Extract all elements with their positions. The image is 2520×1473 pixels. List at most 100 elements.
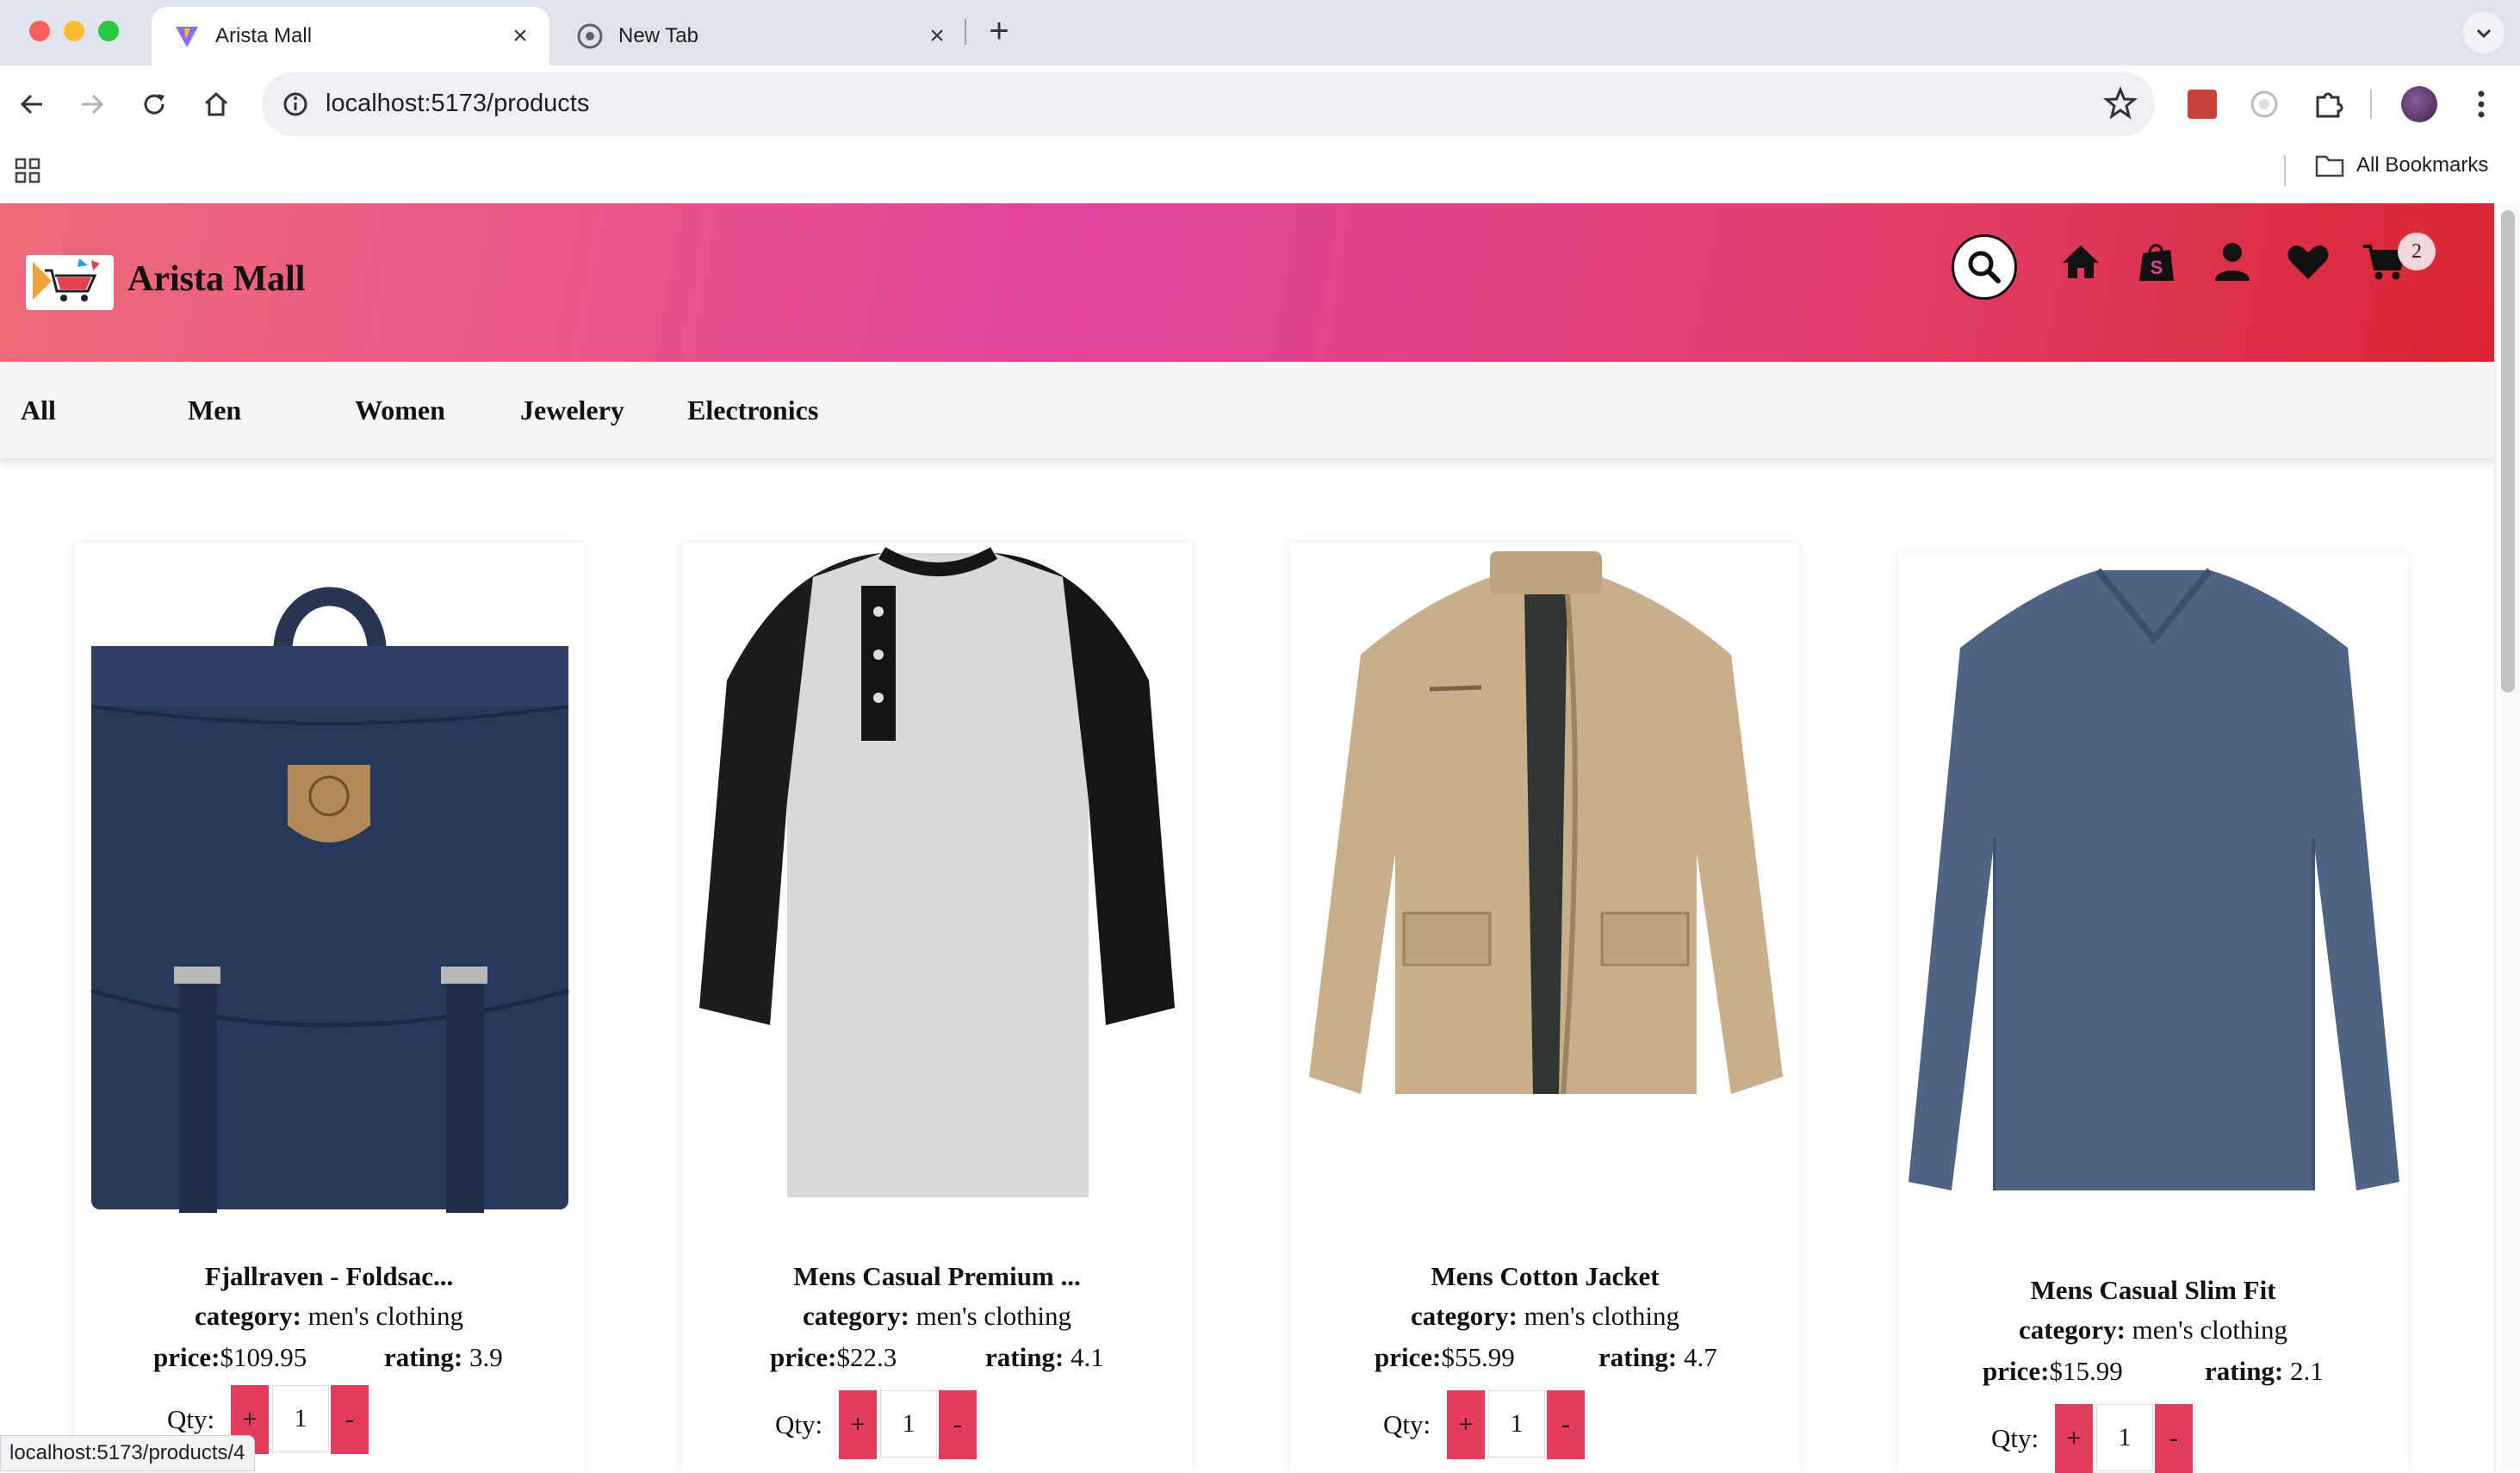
product-card[interactable]: Fjallraven - Foldsac... category: men's … [74, 543, 584, 1472]
extensions-menu-button[interactable] [2308, 84, 2348, 124]
price-value: $55.99 [1441, 1342, 1515, 1372]
shop-icon: S [2139, 244, 2174, 281]
extension-button[interactable] [2244, 84, 2284, 124]
henley-shirt-image [699, 547, 1175, 1197]
toolbar-separator [2370, 90, 2372, 119]
home-nav-button[interactable] [2057, 238, 2105, 286]
qty-decrease-button[interactable]: - [939, 1390, 977, 1459]
product-name[interactable]: Fjallraven - Foldsac... [74, 1261, 584, 1292]
category-label: category: [2018, 1315, 2126, 1345]
arrow-left-icon [20, 94, 42, 115]
all-bookmarks-label: All Bookmarks [2356, 153, 2489, 177]
reload-icon [144, 94, 164, 115]
product-category: category: men's clothing [1290, 1301, 1800, 1332]
product-image[interactable] [1300, 543, 1791, 1213]
rating-label: rating: [384, 1342, 463, 1372]
account-button[interactable] [2208, 238, 2256, 286]
site-header: Arista Mall S [0, 203, 2494, 362]
forward-button[interactable] [71, 83, 114, 126]
home-button[interactable] [195, 83, 238, 126]
shop-nav-button[interactable]: S [2132, 238, 2181, 286]
extension-button[interactable] [2182, 84, 2222, 124]
jacket-image [1309, 551, 1783, 1095]
product-image[interactable] [1909, 553, 2399, 1225]
category-label: category: [194, 1301, 301, 1331]
tab-close-icon[interactable]: × [505, 21, 536, 52]
window-zoom-button[interactable] [98, 21, 119, 41]
cart-count-badge: 2 [2398, 233, 2436, 270]
category-women[interactable]: Women [355, 395, 445, 426]
price-label: price: [1983, 1356, 2050, 1386]
search-button[interactable] [1952, 234, 2017, 300]
wishlist-button[interactable] [2284, 238, 2332, 286]
price-label: price: [770, 1342, 837, 1372]
heart-icon [2287, 246, 2329, 279]
product-category: category: men's clothing [682, 1301, 1192, 1332]
folder-icon [2315, 155, 2344, 177]
rating-value: 2.1 [2290, 1356, 2324, 1386]
window-minimize-button[interactable] [64, 21, 84, 41]
back-button[interactable] [10, 83, 53, 126]
rating-label: rating: [2205, 1356, 2284, 1386]
vite-favicon-icon [174, 23, 200, 49]
status-bar-url: localhost:5173/products/4 [0, 1435, 255, 1471]
product-category: category: men's clothing [74, 1301, 584, 1332]
qty-increase-button[interactable]: + [839, 1390, 877, 1459]
category-nav: All Men Women Jewelery Electronics [0, 362, 2494, 458]
rating-label: rating: [985, 1342, 1064, 1372]
product-image[interactable] [84, 543, 575, 1215]
product-card[interactable]: Mens Casual Slim Fit category: men's clo… [1898, 553, 2408, 1473]
product-card[interactable]: Mens Cotton Jacket category: men's cloth… [1290, 543, 1800, 1472]
product-image[interactable] [692, 543, 1183, 1213]
category-jewelery[interactable]: Jewelery [520, 395, 624, 426]
product-card[interactable]: Mens Casual Premium ... category: men's … [682, 543, 1192, 1472]
profile-button[interactable] [2399, 84, 2439, 124]
qty-input[interactable]: 1 [880, 1390, 937, 1457]
category-all[interactable]: All [21, 395, 56, 426]
rating-value: 3.9 [469, 1342, 503, 1372]
rating-value: 4.7 [1684, 1342, 1717, 1372]
qty-increase-button[interactable]: + [2055, 1404, 2093, 1473]
address-bar[interactable]: localhost:5173/products [262, 72, 2155, 136]
qty-decrease-button[interactable]: - [1547, 1390, 1585, 1459]
site-info-icon[interactable] [279, 88, 312, 121]
product-name[interactable]: Mens Cotton Jacket [1290, 1261, 1800, 1292]
qty-label: Qty: [1991, 1423, 2039, 1453]
qty-label: Qty: [1383, 1409, 1431, 1439]
product-name[interactable]: Mens Casual Slim Fit [1898, 1275, 2408, 1306]
backpack-image [90, 587, 569, 1215]
price-label: price: [1375, 1342, 1442, 1372]
extension-circle-icon [2250, 90, 2278, 118]
tab-search-button[interactable] [2463, 12, 2504, 53]
url-text[interactable]: localhost:5173/products [326, 90, 589, 118]
home-icon [2063, 246, 2099, 278]
scrollbar-thumb[interactable] [2501, 210, 2515, 693]
qty-decrease-button[interactable]: - [331, 1385, 369, 1454]
product-name[interactable]: Mens Casual Premium ... [682, 1261, 1192, 1292]
tab-close-icon[interactable]: × [922, 21, 953, 52]
bookmark-star-icon[interactable] [2103, 86, 2138, 121]
qty-input[interactable]: 1 [1488, 1390, 1545, 1457]
window-close-button[interactable] [29, 21, 50, 41]
tab-new-tab[interactable]: New Tab × [555, 7, 966, 65]
all-bookmarks-button[interactable]: All Bookmarks [2315, 153, 2488, 177]
browser-menu-button[interactable] [2461, 84, 2501, 124]
browser-tab-strip: Arista Mall × New Tab × + [0, 0, 2520, 65]
category-value: men's clothing [916, 1301, 1072, 1331]
category-men[interactable]: Men [188, 395, 241, 426]
search-icon [1968, 251, 2001, 283]
extension-red-icon [2188, 90, 2217, 119]
qty-input[interactable]: 1 [272, 1385, 329, 1452]
price-value: $109.95 [220, 1342, 307, 1372]
qty-decrease-button[interactable]: - [2155, 1404, 2193, 1473]
site-logo[interactable] [26, 255, 114, 310]
site-title[interactable]: Arista Mall [127, 258, 305, 300]
qty-increase-button[interactable]: + [1447, 1390, 1485, 1459]
new-tab-button[interactable]: + [980, 14, 1018, 52]
qty-input[interactable]: 1 [2096, 1404, 2153, 1471]
tab-arista-mall[interactable]: Arista Mall × [152, 7, 549, 65]
apps-grid-icon[interactable] [14, 157, 41, 184]
category-electronics[interactable]: Electronics [687, 395, 818, 426]
reload-button[interactable] [133, 83, 176, 126]
category-value: men's clothing [2132, 1315, 2288, 1345]
